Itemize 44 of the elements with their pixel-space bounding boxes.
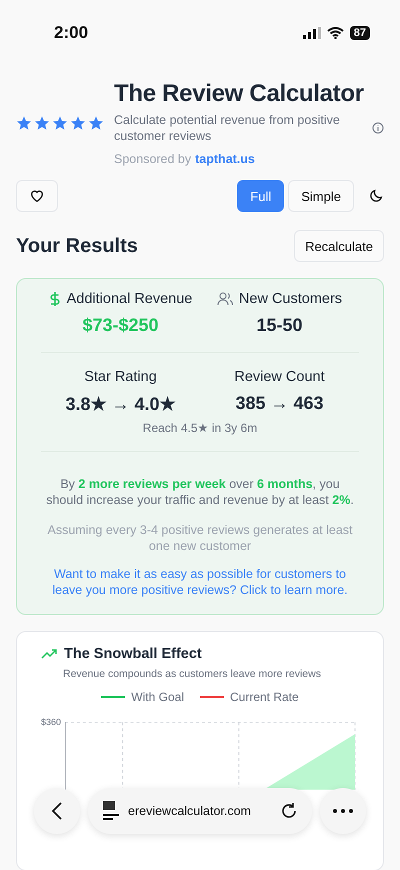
metric-value: $73-$250 <box>82 315 159 336</box>
star-icon <box>34 115 50 131</box>
legend-label: Current Rate <box>230 690 299 704</box>
star-icon <box>52 115 68 131</box>
reach-note: Reach 4.5★ in 3y 6m <box>142 421 258 435</box>
star-icon <box>88 115 104 131</box>
stat-label: Review Count <box>234 369 325 385</box>
sponsor-label: Sponsored by <box>114 152 192 166</box>
legend-label: With Goal <box>131 690 184 704</box>
back-icon <box>51 801 63 821</box>
star-icon <box>70 115 86 131</box>
reader-icon <box>102 800 120 822</box>
stat-value: 3.8★ → 4.0★ <box>65 393 176 415</box>
chart-subtitle: Revenue compounds as customers leave more reviews <box>63 668 322 680</box>
more-icon <box>333 809 353 813</box>
signal-icon <box>302 27 321 39</box>
wifi-icon <box>326 27 344 39</box>
heart-icon <box>29 188 45 204</box>
info-icon[interactable] <box>372 122 384 134</box>
metric-label: New Customers <box>238 291 342 307</box>
dollar-icon <box>48 291 61 307</box>
people-icon <box>216 292 233 306</box>
status-time: 2:00 <box>54 23 88 43</box>
mode-tab[interactable]: Full <box>237 180 284 212</box>
favorite-button[interactable] <box>16 180 58 212</box>
mode-tab[interactable]: Simple <box>288 180 354 212</box>
metric-label: Additional Revenue <box>66 291 192 307</box>
chart-title: The Snowball Effect <box>64 646 202 662</box>
trending-up-icon <box>41 649 57 659</box>
stat-value: 385 → 463 <box>235 393 324 414</box>
assumption-text: Assuming every 3-4 positive reviews generates at least one new customer <box>46 522 354 554</box>
app-subtitle: Calculate potential revenue from positive customer reviews <box>114 112 341 144</box>
reload-icon[interactable] <box>280 802 298 820</box>
axis-tick-label: $360 <box>41 717 62 729</box>
summary-text: By 2 more reviews per week over 6 months, you should increase your traffic and revenue by at least 2%. <box>45 476 355 508</box>
address-bar[interactable]: ereviewcalculator.com <box>88 788 312 834</box>
moon-icon[interactable] <box>368 188 384 204</box>
star-icon <box>16 115 32 131</box>
recalculate-button[interactable]: Recalculate <box>294 230 384 262</box>
metric-value: 15-50 <box>256 315 303 336</box>
battery-indicator: 87 <box>350 26 370 40</box>
section-heading: Your Results <box>16 234 138 258</box>
app-title: The Review Calculator <box>114 80 365 108</box>
stat-label: Star Rating <box>84 369 157 385</box>
